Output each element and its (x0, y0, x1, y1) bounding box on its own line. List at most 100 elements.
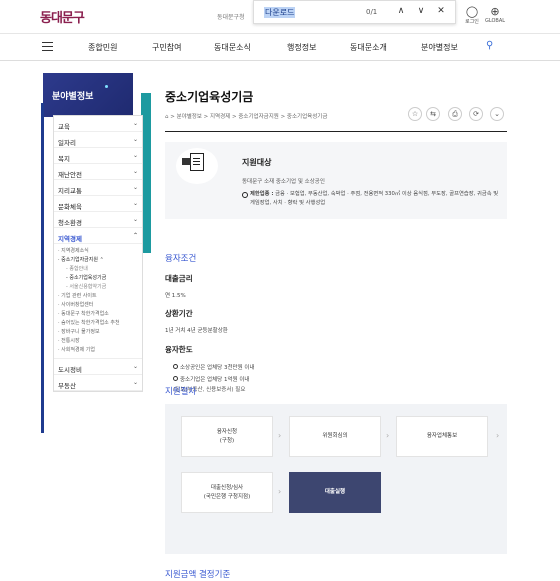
chevron-down-icon: ⌄ (132, 120, 138, 127)
refresh-icon[interactable]: ⟳ (469, 107, 483, 121)
chevron-down-icon: ⌄ (132, 136, 138, 143)
side-nav-subitem[interactable]: · 중소기업자금지원 ⌃ (58, 256, 142, 265)
find-close-button[interactable]: ✕ (434, 6, 448, 16)
side-nav-item[interactable]: 지역경제 ⌃ (54, 228, 142, 244)
side-nav-subitem[interactable]: · 기업 관련 사이트 (58, 292, 142, 301)
side-nav-subitem[interactable]: · 동대문구 착한가격업소 (58, 310, 142, 319)
side-nav-item-label: 지리교통 (58, 187, 82, 195)
find-next-button[interactable]: ∨ (414, 6, 428, 16)
login-button[interactable]: ◯ 로그인 (460, 5, 484, 26)
nav-item[interactable]: 분야별정보 (421, 42, 458, 53)
decorative-dot (105, 85, 108, 88)
side-nav-subitem[interactable]: · 전통시장 (58, 337, 142, 346)
support-title: 지원대상 (242, 158, 272, 167)
nav-item[interactable]: 종합민원 (88, 42, 117, 53)
side-nav-item[interactable]: 문화체육 ⌄ (54, 196, 142, 212)
repay-value: 1년 거치 4년 균등분할상환 (165, 328, 228, 334)
breadcrumb[interactable]: ⌂ > 분야별정보 > 지역경제 > 중소기업자금지원 > 중소기업육성기금 (165, 112, 327, 120)
side-nav-item-label: 청소환경 (58, 219, 82, 227)
next-section-title: 지원금액 결정기준 (165, 570, 231, 580)
side-nav-item-label: 일자리 (58, 139, 76, 147)
main-content: 중소기업육성기금 ⌂ > 분야별정보 > 지역경제 > 중소기업자금지원 > 중… (165, 88, 507, 580)
step-box: 대출신청/심사 (국민은행 구청지점) (181, 472, 273, 513)
support-note-label: 제한업종 : (250, 191, 274, 197)
side-nav-subitem[interactable]: - 서울신용협약기금 (58, 283, 142, 292)
support-box: 지원대상 동대문구 소재 중소기업 및 소상공인 제한업종 : 금융 · 보험업… (165, 142, 507, 219)
chevron-down-icon: ⌄ (132, 200, 138, 207)
side-nav-item-label: 도시정비 (58, 366, 82, 374)
side-nav-item-label: 문화체육 (58, 203, 82, 211)
find-prev-button[interactable]: ∧ (394, 6, 408, 16)
title-divider (165, 131, 507, 132)
side-nav-item[interactable]: 부동산 ⌄ (54, 375, 142, 391)
nav-item[interactable]: 동대문소식 (214, 42, 251, 53)
side-nav-item[interactable]: 재난안전 ⌄ (54, 164, 142, 180)
main-nav: 종합민원 구민참여 동대문소식 행정정보 동대문소개 분야별정보 ⚲ (0, 34, 560, 61)
share-icon[interactable]: ⇆ (426, 107, 440, 121)
side-nav-item-label: 지역경제 (58, 235, 82, 243)
step-box: 융자신청 (구청) (181, 416, 273, 457)
step-label: 융자신청 (구청) (216, 428, 238, 444)
chevron-up-icon: ⌃ (132, 232, 138, 239)
user-icon: ◯ (465, 5, 479, 18)
arrow-icon: › (386, 431, 390, 440)
page-title: 중소기업육성기금 (165, 90, 254, 104)
nav-item[interactable]: 동대문소개 (350, 42, 387, 53)
side-nav-submenu: · 지역경제소식 · 중소기업자금지원 ⌃ - 종합안내 - 중소기업육성기금 - 서울… (54, 244, 142, 359)
side-nav-subitem[interactable]: · 사회적경제 기업 (58, 346, 142, 355)
side-nav-item-label: 재난안전 (58, 171, 82, 179)
side-nav-subitem[interactable]: · 장바구니 물가정보 (58, 328, 142, 337)
favorite-icon[interactable]: ☆ (408, 107, 422, 121)
find-count: 0/1 (366, 8, 378, 16)
menu-icon[interactable] (42, 42, 53, 51)
site-text: 동대문구청 (217, 14, 245, 21)
side-nav: 분야별정보 교육 ⌄ 일자리 ⌄ 복지 ⌄ 재난안전 ⌄ 지리교통 ⌄ 문화체육 ⌄ 청소환경 ⌄ 지역경제… (41, 73, 151, 433)
nav-item[interactable]: 행정정보 (287, 42, 316, 53)
procedure-box: 융자신청 (구청) › 위원회심의 › 융자업체통보 › 대출신청/심사 (국민… (165, 404, 507, 554)
print-icon[interactable]: ⎙ (448, 107, 462, 121)
limit-item: 소상공인은 업체당 3천만원 이내 (173, 363, 255, 371)
step-label: 융자업체통보 (426, 433, 458, 439)
step-box: 융자업체통보 (396, 416, 488, 457)
global-label: GLOBAL (484, 18, 506, 24)
side-nav-accent (41, 103, 44, 433)
step-label: 대출실행 (324, 489, 346, 495)
side-nav-item[interactable]: 청소환경 ⌄ (54, 212, 142, 228)
support-note: 제한업종 : 금융 · 보험업, 부동산업, 숙박업 · 주점, 전용면적 33… (242, 190, 502, 208)
chevron-down-icon: ⌄ (132, 363, 138, 370)
chevron-down-icon: ⌄ (132, 152, 138, 159)
repay-title: 상환기간 (165, 309, 193, 318)
find-bar: 다운로드 0/1 ∧ ∨ ✕ (253, 0, 456, 24)
side-nav-item-label: 교육 (58, 123, 70, 131)
nav-item[interactable]: 구민참여 (152, 42, 181, 53)
step-box: 위원회심의 (289, 416, 381, 457)
side-nav-subitem[interactable]: · 숨어있는 착한가격업소 추천 (58, 319, 142, 328)
globe-icon: ⊕ (490, 5, 500, 18)
side-nav-item[interactable]: 교육 ⌄ (54, 116, 142, 132)
search-icon[interactable]: ⚲ (486, 40, 493, 51)
arrow-icon: › (278, 487, 282, 496)
side-nav-subitem[interactable]: - 중소기업육성기금 (58, 274, 142, 283)
side-nav-subitem[interactable]: · 지역경제소식 (58, 247, 142, 256)
step-label: 대출신청/심사 (국민은행 구청지점) (203, 484, 251, 500)
procedure-title: 지원절차 (165, 387, 197, 397)
side-nav-subitem[interactable]: - 종합안내 (58, 265, 142, 274)
arrow-icon: › (278, 431, 282, 440)
side-nav-item[interactable]: 도시정비 ⌄ (54, 359, 142, 375)
chevron-down-icon: ⌄ (132, 379, 138, 386)
chevron-down-icon: ⌄ (132, 184, 138, 191)
side-nav-subitem[interactable]: · 사이버창업센터 (58, 301, 142, 310)
global-button[interactable]: ⊕ GLOBAL (483, 5, 507, 25)
side-nav-item[interactable]: 복지 ⌄ (54, 148, 142, 164)
site-logo[interactable]: 동대문구 (40, 7, 85, 26)
side-nav-list: 교육 ⌄ 일자리 ⌄ 복지 ⌄ 재난안전 ⌄ 지리교통 ⌄ 문화체육 ⌄ 청소환경 ⌄ 지역경제 ⌃ · 지역경… (53, 115, 143, 392)
side-nav-item[interactable]: 지리교통 ⌄ (54, 180, 142, 196)
step-label: 위원회심의 (322, 433, 348, 439)
side-nav-item[interactable]: 일자리 ⌄ (54, 132, 142, 148)
more-icon[interactable]: ⌄ (490, 107, 504, 121)
support-note-text: 금융 · 보험업, 부동산업, 숙박업 · 주점, 전용면적 330㎡ 이상 음… (250, 191, 499, 206)
chevron-down-icon: ⌄ (132, 168, 138, 175)
limit-item: 중소기업은 업체당 1억원 이내 (173, 375, 249, 383)
find-input[interactable]: 다운로드 (264, 7, 296, 18)
side-nav-item-label: 부동산 (58, 382, 76, 390)
